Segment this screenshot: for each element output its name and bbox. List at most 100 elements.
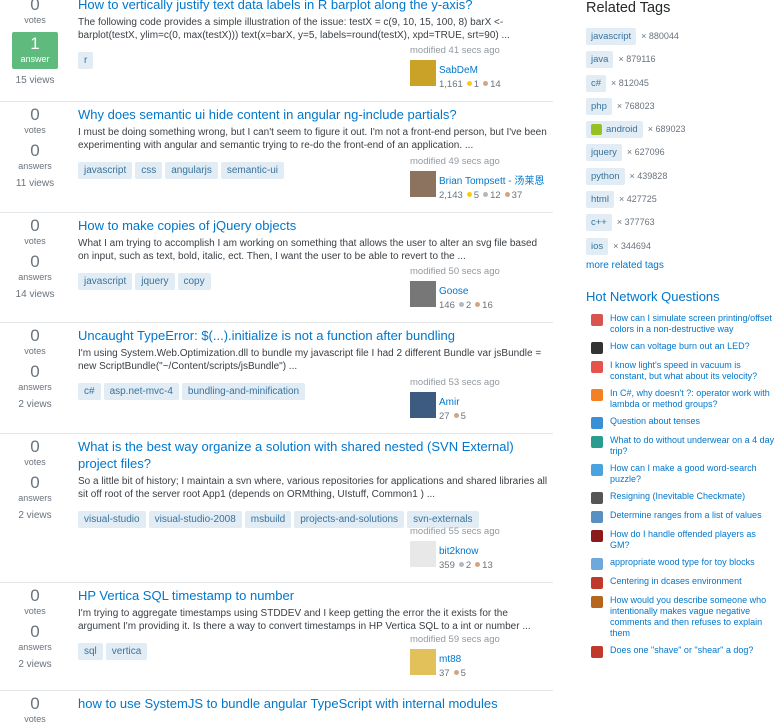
related-tag-ios[interactable]: ios [586, 237, 609, 255]
gold-badge-count: 5 [473, 190, 480, 201]
related-tag-javascript[interactable]: javascript [586, 28, 637, 45]
related-tag-html[interactable]: html [586, 191, 614, 209]
answer-count: 0 [30, 252, 40, 271]
related-tag-name: c++ [591, 217, 607, 229]
tag-asp-net-mvc-4[interactable]: asp.net-mvc-4 [103, 383, 179, 400]
answer-count-block: 0 answers [0, 623, 70, 653]
answer-count-block: 0 answers [0, 142, 70, 172]
tag-css[interactable]: css [135, 162, 163, 179]
hot-question-link[interactable]: In C#, why doesn't ?: operator work with… [610, 388, 777, 410]
site-icon [591, 388, 603, 401]
hot-question-link[interactable]: Centering in dcases environment [610, 576, 742, 589]
related-tag-android[interactable]: android [586, 121, 643, 139]
related-tag-c-[interactable]: c++ [586, 214, 612, 232]
gold-badge-icon [466, 192, 472, 197]
silver-badge-count: 2 [465, 560, 472, 571]
hot-question-link[interactable]: I know light's speed in vacuum is consta… [610, 360, 777, 382]
tag-jquery[interactable]: jquery [135, 273, 175, 290]
bronze-badge-count: 37 [511, 190, 523, 201]
hot-question-item: In C#, why doesn't ?: operator work with… [586, 388, 777, 410]
owner-name-link[interactable]: Goose [439, 286, 468, 297]
hot-question-link[interactable]: appropriate wood type for toy blocks [610, 557, 755, 570]
related-tag-c-[interactable]: c# [586, 74, 607, 92]
tag-sql[interactable]: sql [78, 643, 103, 660]
hot-question-link[interactable]: How would you describe someone who inten… [610, 595, 777, 639]
hot-question-link[interactable]: Determine ranges from a list of values [610, 510, 762, 523]
related-tag-python[interactable]: python [586, 167, 625, 185]
tag-r[interactable]: r [78, 52, 94, 69]
related-tag-jquery[interactable]: jquery [586, 144, 622, 162]
tag-c-[interactable]: c# [78, 383, 101, 400]
avatar[interactable] [410, 281, 436, 307]
site-icon [591, 435, 603, 448]
question-list: 0 votes 1 answer 15 views How to vertically j… [0, 0, 553, 726]
question-excerpt: What I am trying to accomplish I am work… [78, 238, 538, 262]
vote-count: 0 [30, 105, 40, 124]
answer-count: 1 [30, 34, 40, 53]
related-tag-count: × 879116 [618, 54, 656, 65]
question-stats: 0 votes 0 answers 2 views [0, 438, 70, 522]
owner-name-link[interactable]: bit2know [439, 546, 478, 557]
answer-label: answer [20, 54, 50, 64]
owner-name-link[interactable]: SabDeM [439, 65, 478, 76]
related-tag-java[interactable]: java [586, 51, 614, 69]
owner-name-link[interactable]: Amir [439, 397, 460, 408]
vote-count-block: 0 votes [0, 695, 70, 725]
answer-label: answers [18, 642, 52, 652]
related-tags-heading: Related Tags [586, 0, 671, 16]
hot-question-link[interactable]: What to do without underwear on a 4 day … [610, 435, 777, 457]
tag-visual-studio-2008[interactable]: visual-studio-2008 [148, 511, 242, 528]
tag-javascript[interactable]: javascript [78, 273, 133, 290]
tag-projects-and-solutions[interactable]: projects-and-solutions [294, 511, 405, 528]
question-summary: 0 votes 0 answers 14 views How to make copies… [0, 213, 553, 323]
tag-msbuild[interactable]: msbuild [244, 511, 292, 528]
owner-name-link[interactable]: Brian Tompsett - 汤莱恩 [439, 176, 544, 187]
hot-question-link[interactable]: How do I handle offended players as GM? [610, 529, 777, 551]
owner-name-link[interactable]: mt88 [439, 654, 461, 665]
bronze-badge-count: 5 [460, 411, 466, 422]
tag-javascript[interactable]: javascript [78, 162, 133, 179]
tag-bundling-and-minification[interactable]: bundling-and-minification [181, 383, 306, 400]
tag-angularjs[interactable]: angularjs [165, 162, 218, 179]
tag-copy[interactable]: copy [177, 273, 211, 290]
hot-question-link[interactable]: How can I simulate screen printing/offse… [610, 313, 777, 335]
hot-question-link[interactable]: How can I make a good word-search puzzle… [610, 463, 777, 485]
owner-row: SabDeM 1,161 1 14 [410, 60, 553, 91]
bronze-badge-count: 13 [482, 560, 493, 571]
question-title-link[interactable]: What is the best way organize a solution… [78, 438, 550, 472]
related-tag-row: jquery × 627096 [586, 144, 777, 167]
avatar[interactable] [410, 541, 436, 567]
question-title-link[interactable]: how to use SystemJS to bundle angular Ty… [78, 695, 550, 712]
hot-question-link[interactable]: Question about tenses [610, 416, 700, 429]
question-owner: modified 49 secs ago Brian Tompsett - 汤莱恩… [410, 156, 553, 202]
site-icon [591, 510, 603, 523]
question-stats: 0 votes 0 answers 14 views [0, 217, 70, 301]
tag-semantic-ui[interactable]: semantic-ui [220, 162, 284, 179]
tag-vertica[interactable]: vertica [105, 643, 148, 660]
question-title-link[interactable]: How to make copies of jQuery objects [78, 217, 550, 234]
hot-question-link[interactable]: Resigning (Inevitable Checkmate) [610, 491, 745, 504]
related-tag-php[interactable]: php [586, 97, 612, 115]
question-stats: 0 votes 1 answer 15 views [0, 0, 70, 86]
answer-count-block: 1 answer [12, 32, 58, 69]
reputation: 2,143 5 12 37 [439, 189, 544, 202]
avatar[interactable] [410, 649, 436, 675]
bronze-badge-icon [483, 81, 489, 86]
related-tag-count: × 427725 [618, 194, 657, 205]
question-title-link[interactable]: Uncaught TypeError: $(...).initialize is… [78, 327, 550, 344]
avatar[interactable] [410, 60, 436, 86]
related-tag-count: × 812045 [611, 77, 649, 88]
more-related-tags-link[interactable]: more related tags [586, 260, 777, 271]
question-title-link[interactable]: Why does semantic ui hide content in ang… [78, 106, 550, 123]
hot-question-link[interactable]: How can voltage burn out an LED? [610, 341, 750, 354]
related-tag-name: html [591, 194, 609, 206]
hot-network-questions-heading[interactable]: Hot Network Questions [586, 289, 777, 304]
vote-label: votes [24, 15, 46, 25]
tag-visual-studio[interactable]: visual-studio [78, 511, 146, 528]
hot-question-link[interactable]: Does one "shave" or "shear" a dog? [610, 645, 753, 658]
question-title-link[interactable]: HP Vertica SQL timestamp to number [78, 587, 550, 604]
question-summary: 0 votes 0 answers 2 views What is the best wa… [0, 434, 553, 583]
question-title-link[interactable]: How to vertically justify text data labe… [78, 0, 550, 13]
avatar[interactable] [410, 392, 436, 418]
avatar[interactable] [410, 171, 436, 197]
